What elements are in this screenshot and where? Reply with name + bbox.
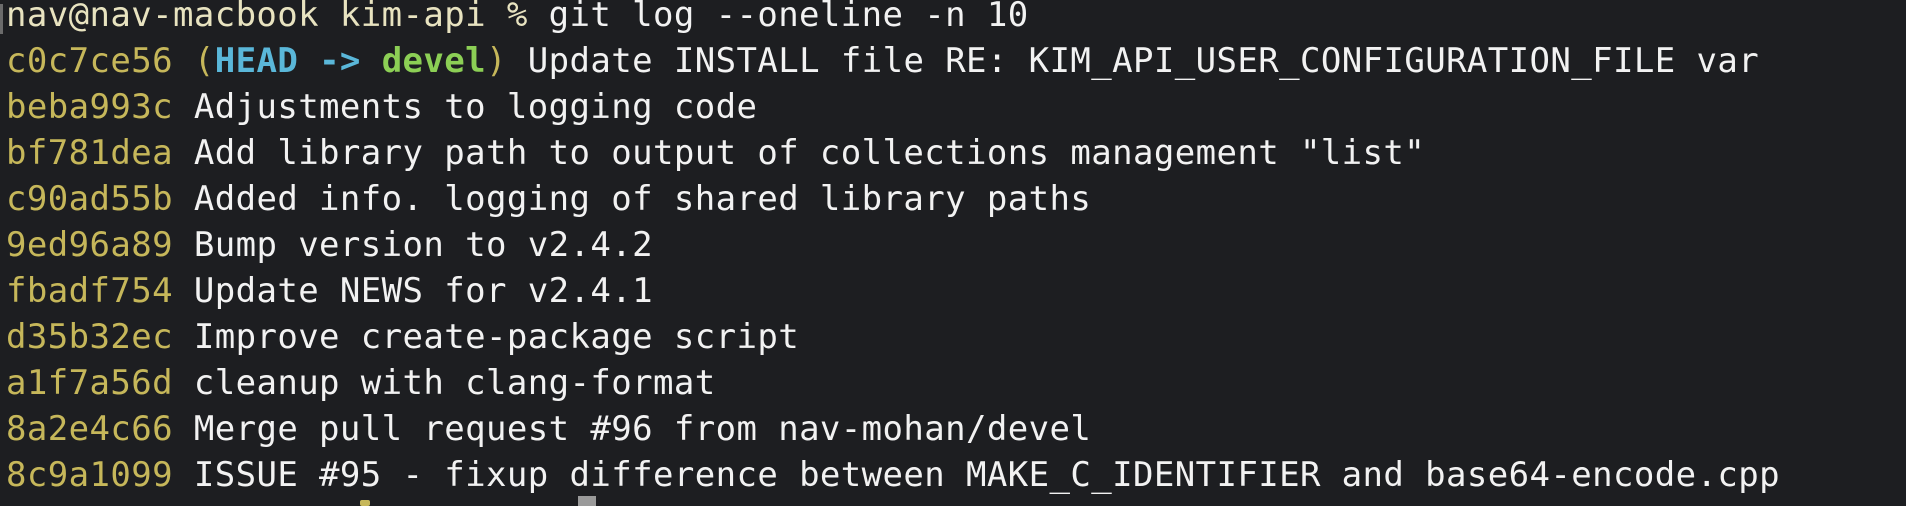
commit-line-2: bf781dea Add library path to output of c… — [6, 130, 1425, 176]
command-line: nav@nav-macbook kim-api % git log --onel… — [6, 0, 1029, 38]
branch-ref: devel — [381, 41, 487, 81]
commit-line-6: d35b32ec Improve create-package script — [6, 314, 799, 360]
commit-hash: c0c7ce56 — [6, 41, 173, 81]
commit-message: Adjustments to logging code — [193, 87, 758, 127]
head-ref: HEAD -> — [214, 41, 382, 81]
commit-message: Add library path to output of collection… — [193, 133, 1426, 173]
ref-open-paren: ( — [193, 41, 215, 81]
commit-hash: a1f7a56d — [6, 363, 173, 403]
commit-line-0: c0c7ce56 (HEAD -> devel) Update INSTALL … — [6, 38, 1759, 84]
partial-next-line — [360, 500, 370, 506]
commit-line-8: 8a2e4c66 Merge pull request #96 from nav… — [6, 406, 1091, 452]
commit-message: Bump version to v2.4.2 — [193, 225, 653, 265]
commit-hash: d35b32ec — [6, 317, 173, 357]
shell-prompt: nav@nav-macbook kim-api % — [6, 0, 549, 35]
terminal-window[interactable]: nav@nav-macbook kim-api % git log --onel… — [0, 0, 1906, 506]
commit-message: Improve create-package script — [193, 317, 800, 357]
git-command: git log --oneline -n 10 — [548, 0, 1029, 35]
commit-line-5: fbadf754 Update NEWS for v2.4.1 — [6, 268, 653, 314]
commit-line-4: 9ed96a89 Bump version to v2.4.2 — [6, 222, 653, 268]
ref-close-paren: ) — [486, 41, 507, 81]
commit-hash: beba993c — [6, 87, 173, 127]
commit-hash: bf781dea — [6, 133, 173, 173]
commit-message: Added info. logging of shared library pa… — [193, 179, 1092, 219]
commit-line-3: c90ad55b Added info. logging of shared l… — [6, 176, 1091, 222]
commit-message: ISSUE #95 - fixup difference between MAK… — [193, 455, 1780, 495]
commit-message: Update NEWS for v2.4.1 — [193, 271, 653, 311]
terminal-cursor — [578, 496, 596, 506]
commit-hash: 8a2e4c66 — [6, 409, 173, 449]
commit-hash: 9ed96a89 — [6, 225, 173, 265]
commit-line-7: a1f7a56d cleanup with clang-format — [6, 360, 716, 406]
commit-hash: 8c9a1099 — [6, 455, 173, 495]
commit-line-9: 8c9a1099 ISSUE #95 - fixup difference be… — [6, 452, 1780, 498]
commit-message: Update INSTALL file RE: KIM_API_USER_CON… — [527, 41, 1760, 81]
commit-message: cleanup with clang-format — [193, 363, 716, 403]
commit-hash: fbadf754 — [6, 271, 173, 311]
commit-hash: c90ad55b — [6, 179, 173, 219]
window-edge — [0, 4, 3, 34]
commit-line-1: beba993c Adjustments to logging code — [6, 84, 757, 130]
commit-message: Merge pull request #96 from nav-mohan/de… — [193, 409, 1092, 449]
